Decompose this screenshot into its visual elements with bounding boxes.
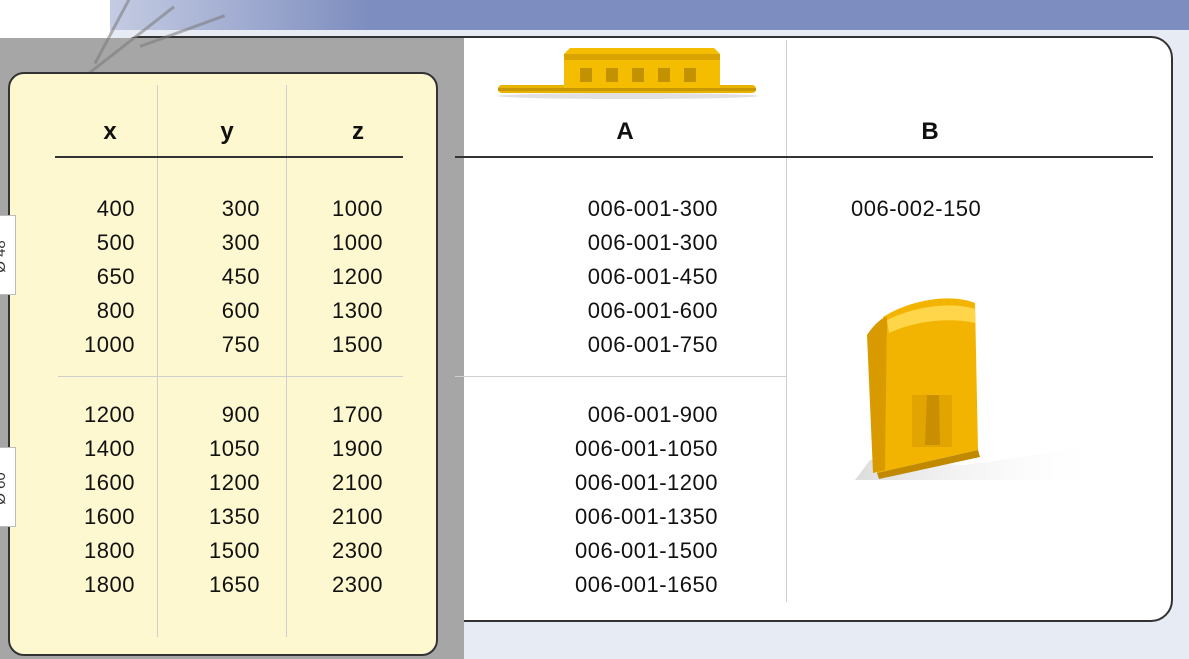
dimensions-panel xyxy=(8,72,438,656)
column-divider xyxy=(786,40,787,602)
a-code: 006-001-300 xyxy=(587,230,718,255)
diameter-label-60: Ø 60 xyxy=(0,472,9,505)
a-code: 006-001-750 xyxy=(587,332,718,357)
column-divider xyxy=(286,85,287,637)
z-value: 1900 xyxy=(332,436,383,461)
y-value: 1200 xyxy=(209,470,260,495)
b-code: 006-002-150 xyxy=(851,196,982,221)
y-value: 600 xyxy=(221,298,260,323)
a-code: 006-001-1500 xyxy=(574,538,718,563)
x-value: 650 xyxy=(96,264,135,289)
a-code: 006-001-450 xyxy=(587,264,718,289)
z-value: 1300 xyxy=(332,298,383,323)
column-header-z: z xyxy=(352,118,364,145)
z-value: 1000 xyxy=(332,230,383,255)
x-value: 1200 xyxy=(84,402,135,427)
y-value: 1500 xyxy=(209,538,260,563)
a-code: 006-001-1200 xyxy=(574,470,718,495)
column-header-x: x xyxy=(103,118,117,145)
y-value: 1650 xyxy=(209,572,260,597)
rail-product-image xyxy=(498,48,758,99)
y-value: 900 xyxy=(221,402,260,427)
x-value: 500 xyxy=(96,230,135,255)
x-value: 400 xyxy=(96,196,135,221)
group-separator xyxy=(455,376,786,377)
group-separator xyxy=(58,376,403,377)
z-value: 1200 xyxy=(332,264,383,289)
column-header-b: B xyxy=(921,118,939,145)
header-underline xyxy=(55,156,403,158)
column-divider xyxy=(157,85,158,637)
column-header-a: A xyxy=(616,118,634,145)
z-value: 1500 xyxy=(332,332,383,357)
y-value: 300 xyxy=(221,230,260,255)
x-value: 1800 xyxy=(84,572,135,597)
z-value: 1000 xyxy=(332,196,383,221)
x-value: 1400 xyxy=(84,436,135,461)
x-value: 1000 xyxy=(84,332,135,357)
x-value: 1600 xyxy=(84,504,135,529)
clip-product-image xyxy=(855,298,1105,480)
a-code: 006-001-900 xyxy=(587,402,718,427)
a-code: 006-001-1650 xyxy=(574,572,718,597)
header-underline xyxy=(455,156,1153,158)
diameter-label-48: Ø 48 xyxy=(0,240,9,273)
z-value: 1700 xyxy=(332,402,383,427)
a-code: 006-001-1050 xyxy=(574,436,718,461)
x-value: 800 xyxy=(96,298,135,323)
y-value: 1350 xyxy=(209,504,260,529)
a-code: 006-001-600 xyxy=(587,298,718,323)
z-value: 2300 xyxy=(332,538,383,563)
a-code: 006-001-1350 xyxy=(574,504,718,529)
a-code: 006-001-300 xyxy=(587,196,718,221)
z-value: 2100 xyxy=(332,470,383,495)
y-value: 1050 xyxy=(209,436,260,461)
x-value: 1800 xyxy=(84,538,135,563)
y-value: 300 xyxy=(221,196,260,221)
x-value: 1600 xyxy=(84,470,135,495)
y-value: 750 xyxy=(221,332,260,357)
z-value: 2300 xyxy=(332,572,383,597)
y-value: 450 xyxy=(221,264,260,289)
column-header-y: y xyxy=(220,118,234,145)
z-value: 2100 xyxy=(332,504,383,529)
